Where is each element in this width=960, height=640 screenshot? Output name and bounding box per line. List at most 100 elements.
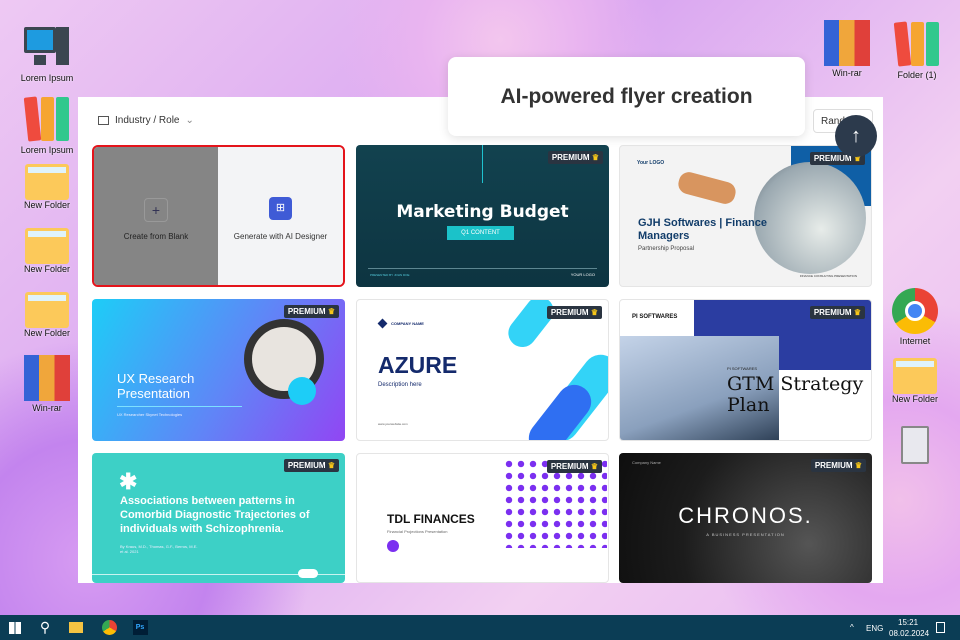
building-icon — [98, 116, 109, 125]
template-subtitle: Description here — [378, 382, 422, 388]
desktop-icon-lorem-ipsum[interactable]: Lorem Ipsum — [12, 25, 82, 83]
template-card-tdl-finances[interactable]: PREMIUM ♛ TDL FINANCES Financial Project… — [356, 453, 609, 583]
handshake-icon — [676, 169, 738, 207]
notification-icon[interactable] — [936, 622, 945, 633]
desktop-icon-new-folder[interactable]: New Folder — [880, 352, 950, 404]
filter-label: Industry / Role — [115, 115, 180, 126]
premium-badge: PREMIUM ♛ — [283, 459, 339, 472]
taskbar: ⚲ Ps ^ ENG 15:21 08.02.2024 — [0, 615, 960, 640]
template-title: GJH Softwares | Finance Managers — [638, 217, 768, 242]
template-subtitle: Financial Projections Presentation — [387, 529, 448, 534]
clock-date[interactable]: 08.02.2024 — [889, 629, 929, 638]
desktop-icon-winrar[interactable]: Win-rar — [812, 20, 882, 78]
file-explorer-icon[interactable] — [67, 619, 85, 636]
search-badge-icon — [288, 377, 316, 405]
template-subtitle: Partnership Proposal — [638, 246, 695, 252]
template-footer: PRESENTED BY JOHN DOE — [370, 273, 410, 277]
generate-ai-button[interactable]: ⊞ Generate with AI Designer — [218, 147, 343, 285]
folder-icon — [25, 292, 69, 328]
premium-badge: PREMIUM ♛ — [809, 306, 865, 319]
template-title: Associations between patterns in Comorbi… — [120, 495, 310, 535]
template-kicker: PI SOFTWARES — [727, 366, 758, 371]
icon-label: New Folder — [23, 328, 70, 338]
template-card-azure[interactable]: PREMIUM ♛ COMPANY NAME AZURE Description… — [356, 299, 609, 441]
premium-badge: PREMIUM ♛ — [283, 305, 339, 318]
template-title: CHRONOS. — [678, 503, 813, 528]
winrar-icon — [24, 355, 70, 401]
template-card-chronos[interactable]: PREMIUM ♛ Company Name CHRONOS. A BUSINE… — [619, 453, 872, 583]
icon-label: Lorem Ipsum — [20, 73, 74, 83]
desktop-icon-internet[interactable]: Internet — [880, 288, 950, 346]
brand-name: PI SOFTWARES — [632, 314, 678, 320]
icon-label: New Folder — [891, 394, 938, 404]
icon-label: Folder (1) — [897, 70, 937, 80]
template-footer: FINANCE CONSULTING PRESENTATION — [799, 274, 857, 278]
template-card-ux-research[interactable]: PREMIUM ♛ UX Research Presentation UX Re… — [92, 299, 345, 441]
company-name: COMPANY NAME — [391, 321, 424, 326]
logo-placeholder: Your LOGO — [637, 160, 665, 166]
create-blank-label: Create from Blank — [123, 232, 189, 241]
desktop-icon-folder-1[interactable]: Folder (1) — [882, 21, 952, 80]
premium-badge: PREMIUM ♛ — [547, 151, 603, 164]
language-indicator[interactable]: ENG — [866, 624, 883, 633]
company-name: Company Name — [632, 460, 661, 465]
windows-start-icon[interactable] — [6, 619, 24, 636]
logo-placeholder: YOUR LOGO — [570, 272, 595, 277]
icon-label: Win-rar — [32, 403, 62, 413]
premium-badge: PREMIUM ♛ — [546, 306, 602, 319]
desktop-icon-new-folder[interactable]: New Folder — [12, 158, 82, 210]
icon-label: Internet — [899, 336, 931, 346]
ai-designer-icon: ⊞ — [269, 197, 292, 220]
icon-label: Win-rar — [832, 68, 862, 78]
asterisk-icon: ✱ — [119, 469, 138, 494]
clock-time[interactable]: 15:21 — [898, 618, 918, 627]
template-subtitle: UX Researcher Skynet Technologies — [117, 412, 183, 417]
industry-role-filter[interactable]: Industry / Role ⌄ — [98, 115, 194, 126]
folder-icon — [25, 164, 69, 200]
template-card-associations[interactable]: PREMIUM ♛ ✱ Associations between pattern… — [92, 453, 345, 583]
template-subtitle: By Kraus, M.D., Thomas, G.F., Berros, M.… — [120, 544, 198, 554]
arrow-pill-icon — [298, 569, 318, 578]
binders-icon — [893, 21, 940, 68]
tooltip-text: AI-powered flyer creation — [500, 84, 753, 108]
template-title: GTM Strategy Plan — [727, 373, 864, 416]
search-icon[interactable]: ⚲ — [36, 619, 54, 636]
icon-label: Lorem Ipsum — [20, 145, 74, 155]
photoshop-icon[interactable]: Ps — [131, 619, 149, 636]
computer-icon — [24, 25, 70, 71]
tray-chevron-up-icon[interactable]: ^ — [850, 623, 854, 632]
crown-icon: ♛ — [591, 153, 599, 162]
desktop-icon-new-folder[interactable]: New Folder — [12, 222, 82, 274]
plus-icon: + — [144, 198, 168, 222]
generate-ai-label: Generate with AI Designer — [233, 232, 328, 241]
feature-tooltip: AI-powered flyer creation — [448, 57, 805, 136]
folder-icon — [25, 228, 69, 264]
template-card-gjh-softwares[interactable]: PREMIUM ♛ Your LOGO GJH Softwares | Fina… — [619, 145, 872, 287]
desktop-icon-recycle-bin[interactable] — [880, 420, 950, 468]
template-title: UX Research Presentation — [117, 371, 195, 401]
template-browser-window: Industry / Role ⌄ : Rand + Create from B… — [78, 97, 883, 583]
arrow-circle-icon — [387, 540, 399, 552]
scroll-to-top-button[interactable]: ↑ — [835, 115, 877, 157]
desktop-icon-winrar[interactable]: Win-rar — [12, 355, 82, 413]
arrow-up-icon: ↑ — [851, 124, 861, 147]
winrar-icon — [824, 20, 870, 66]
icon-label: New Folder — [23, 264, 70, 274]
template-title: AZURE — [378, 352, 458, 378]
chrome-icon — [892, 288, 938, 334]
create-from-blank-button[interactable]: + Create from Blank — [94, 147, 218, 285]
desktop-icon-new-folder[interactable]: New Folder — [12, 286, 82, 338]
premium-badge: PREMIUM ♛ — [810, 459, 866, 472]
chevron-down-icon: ⌄ — [185, 115, 194, 126]
template-card-gtm-strategy[interactable]: PREMIUM ♛ PI SOFTWARES PI SOFTWARES GTM … — [619, 299, 872, 441]
diamond-logo-icon — [377, 318, 388, 329]
create-card: + Create from Blank ⊞ Generate with AI D… — [92, 145, 345, 287]
desktop-icon-lorem-ipsum-2[interactable]: Lorem Ipsum — [12, 96, 82, 155]
trash-icon — [892, 420, 938, 466]
chrome-icon[interactable] — [100, 619, 118, 636]
template-footer: www.yourwebsite.com — [378, 422, 408, 426]
template-subtitle: Q1 CONTENT — [447, 226, 514, 240]
folder-icon — [893, 358, 937, 394]
template-title: TDL FINANCES — [387, 512, 475, 526]
template-card-marketing-budget[interactable]: PREMIUM ♛ Marketing Budget Q1 CONTENT PR… — [356, 145, 609, 287]
